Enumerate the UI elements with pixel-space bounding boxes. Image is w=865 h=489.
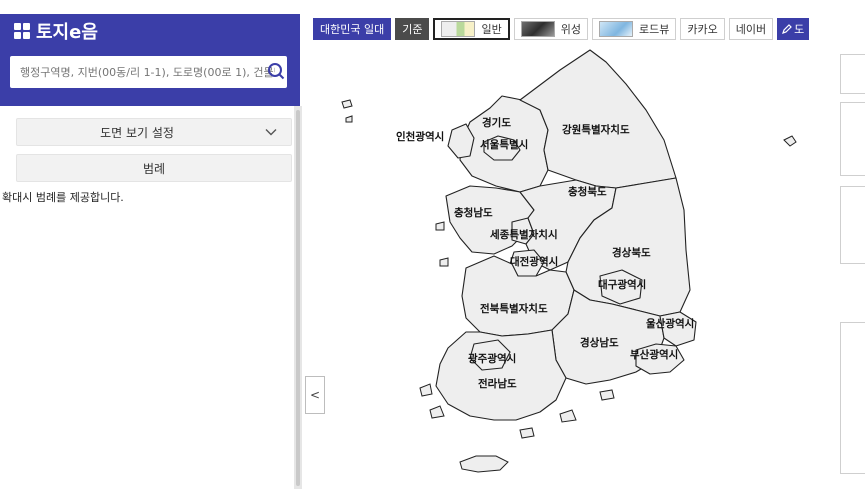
legend-header[interactable]: 범례 (16, 154, 292, 182)
label-seoul: 서울특별시 (480, 138, 528, 151)
island-ulleung (783, 135, 797, 147)
panel-collapse-button[interactable]: < (305, 376, 325, 414)
label-gwangju: 광주광역시 (468, 352, 516, 365)
roadview-thumbnail-icon (598, 21, 633, 37)
legend-label: 범례 (142, 162, 166, 176)
label-ulsan: 울산광역시 (646, 317, 694, 330)
naver-map-button[interactable]: 네이버 (728, 18, 774, 40)
island-jeju (459, 455, 509, 473)
label-sejong: 세종특별자치시 (490, 228, 558, 241)
label-gyeongnam: 경상남도 (580, 336, 619, 349)
roadview-button[interactable]: 로드뷰 (591, 18, 677, 40)
island-sw-2 (429, 405, 445, 419)
pencil-icon (782, 24, 792, 34)
logo-text: 토지e음 (36, 22, 98, 43)
search-icon[interactable] (267, 62, 285, 80)
basemap-basic-button[interactable]: 일반 (433, 18, 510, 40)
label-chungbuk: 충청북도 (568, 185, 607, 198)
right-tool-box-3[interactable] (840, 186, 865, 264)
island-west (345, 115, 353, 123)
left-panel-scroll-thumb[interactable] (296, 110, 300, 486)
label-gangwon: 강원특별자치도 (562, 123, 630, 136)
label-jeonbuk: 전북특별자치도 (480, 302, 548, 315)
island-south-3 (599, 389, 615, 401)
label-chungnam: 충청남도 (454, 206, 493, 219)
chevron-down-icon (265, 129, 277, 136)
logo-mark-icon (14, 23, 30, 39)
map-toolbar: 대한민국 일대 기준 일반 위성 로드뷰 카카오 네이버 도 (313, 18, 813, 40)
label-daegu: 대구광역시 (598, 278, 646, 291)
island-w-1 (435, 221, 445, 231)
kakao-map-button[interactable]: 카카오 (680, 18, 725, 40)
right-tool-panel (840, 50, 865, 489)
basemap-satellite-label: 위성 (560, 23, 581, 36)
right-tool-box-1[interactable] (840, 54, 865, 94)
label-busan: 부산광역시 (630, 348, 678, 361)
cropped-page-heading (0, 0, 310, 14)
left-panel-header: 토지e음 (0, 14, 300, 106)
draw-tool-label: 도 (794, 23, 805, 36)
map-setting-toggle[interactable]: 도면 보기 설정 (16, 118, 292, 146)
region-selector-button[interactable]: 대한민국 일대 (313, 18, 392, 40)
island-south-1 (519, 427, 535, 439)
label-jeonnam: 전라남도 (478, 377, 517, 390)
right-tool-box-2[interactable] (840, 102, 865, 176)
search-box (10, 56, 287, 88)
label-incheon: 인천광역시 (396, 130, 444, 143)
draw-tool-button[interactable]: 도 (777, 18, 810, 40)
search-input[interactable] (10, 56, 275, 88)
korea-map[interactable]: 인천광역시 경기도 서울특별시 강원특별자치도 충청북도 충청남도 세종특별자치… (302, 14, 840, 489)
legend-note: 확대시 범례를 제공합니다. (2, 191, 124, 204)
island-sw-1 (419, 383, 433, 397)
base-map-label: 기준 (395, 18, 430, 40)
right-tool-box-4[interactable] (840, 322, 865, 474)
logo[interactable]: 토지e음 (14, 18, 98, 44)
basemap-basic-label: 일반 (481, 23, 502, 36)
map-setting-label: 도면 보기 설정 (100, 126, 174, 140)
basemap-satellite-button[interactable]: 위성 (513, 18, 588, 40)
roadview-label: 로드뷰 (638, 23, 670, 36)
island-w-2 (439, 257, 449, 267)
label-gyeonggi: 경기도 (482, 116, 511, 129)
label-gyeongbuk: 경상북도 (612, 246, 651, 259)
island-south-2 (559, 409, 577, 423)
label-daejeon: 대전광역시 (510, 255, 558, 268)
island-northwest (341, 99, 353, 109)
satellite-thumbnail-icon (520, 21, 555, 37)
basic-map-thumbnail-icon (441, 21, 476, 37)
